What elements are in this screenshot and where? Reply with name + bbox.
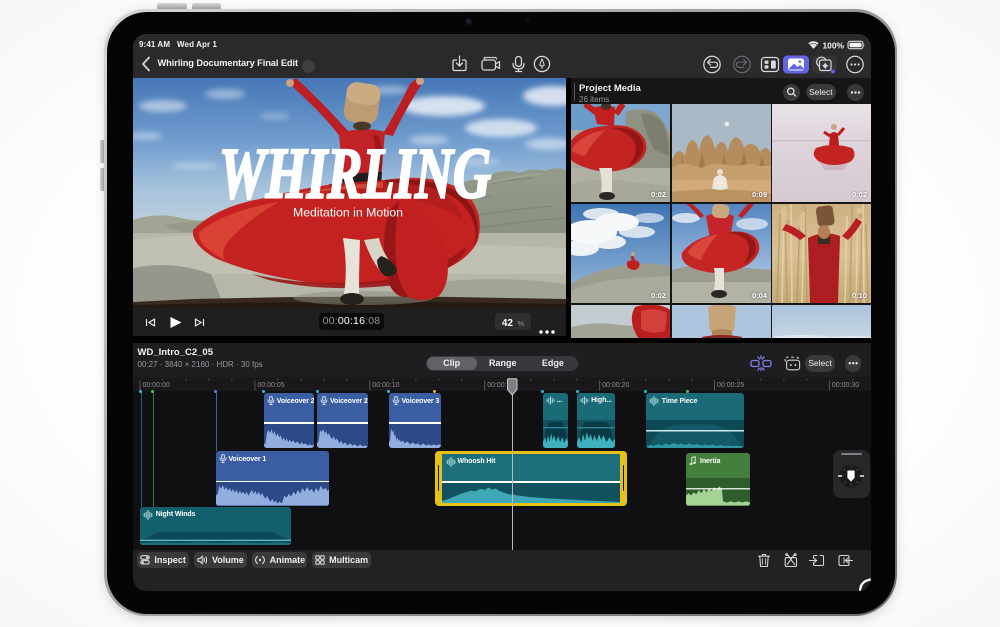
svg-text:WHIRLING: WHIRLING [219, 134, 491, 214]
svg-text:Meditation in Motion: Meditation in Motion [293, 206, 403, 220]
svg-text:100%: 100% [823, 40, 845, 50]
